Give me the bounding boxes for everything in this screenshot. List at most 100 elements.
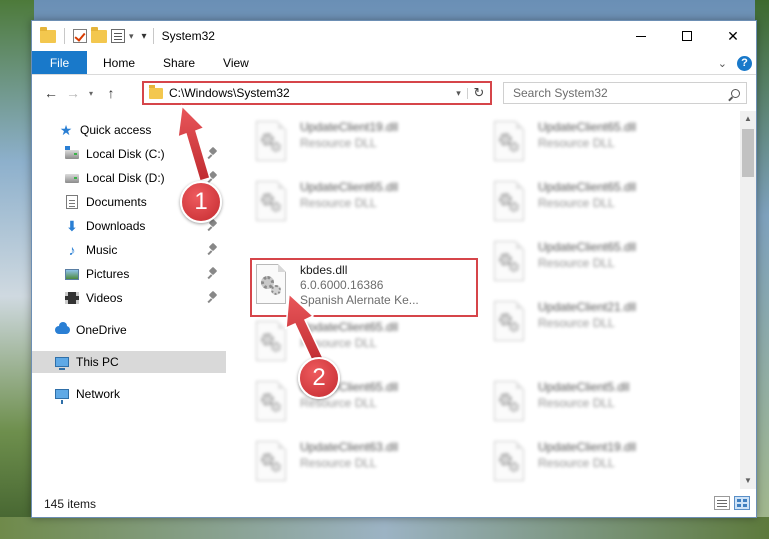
title-divider (152, 28, 154, 44)
file-tile[interactable]: UpdateClient65.dll Resource DLL (252, 177, 480, 233)
desktop-background-left (0, 0, 34, 539)
close-icon: ✕ (727, 27, 739, 44)
file-tile[interactable]: UpdateClient65.dll Resource DLL (252, 377, 480, 433)
sidebar-item-this-pc[interactable]: This PC (32, 351, 226, 373)
file-tile[interactable]: UpdateClient65.dll Resource DLL (490, 237, 718, 293)
expand-ribbon-chevron-icon[interactable]: ⌄ (718, 57, 727, 70)
search-icon[interactable] (724, 88, 746, 98)
desktop-background-right (755, 0, 769, 539)
customize-toolbar-icon[interactable]: ▾ (142, 31, 147, 42)
file-tile[interactable]: UpdateClient65.dll Resource DLL (490, 117, 718, 173)
dll-file-icon (494, 121, 528, 165)
pin-icon[interactable] (208, 220, 218, 232)
window-controls: ✕ (618, 21, 756, 51)
new-folder-icon[interactable] (91, 26, 107, 43)
view-options-icon[interactable] (111, 29, 125, 43)
sidebar-item-label: Network (76, 387, 121, 401)
sidebar-item-label: This PC (76, 355, 119, 369)
file-tile[interactable]: UpdateClient19.dll Resource DLL (490, 437, 718, 489)
sidebar-item-label: Local Disk (D:) (86, 171, 165, 185)
dll-file-icon (256, 121, 290, 165)
sidebar-item-local-disk-c[interactable]: Local Disk (C:) (32, 143, 226, 165)
search-input[interactable] (504, 83, 724, 103)
file-description: Resource DLL (538, 136, 615, 150)
refresh-icon[interactable]: ↻ (468, 85, 490, 101)
dll-file-icon (256, 181, 290, 225)
file-description: Resource DLL (538, 316, 615, 330)
sidebar-item-label: Local Disk (C:) (86, 147, 165, 161)
file-tile[interactable]: UpdateClient65.dll Resource DLL (490, 177, 718, 233)
step-1-badge: 1 (180, 181, 222, 223)
pin-icon[interactable] (208, 148, 218, 160)
file-name: UpdateClient5.dll (538, 380, 630, 394)
tab-file[interactable]: File (32, 51, 87, 74)
file-name: UpdateClient19.dll (538, 440, 637, 454)
file-tile[interactable]: UpdateClient5.dll Resource DLL (490, 377, 718, 433)
sidebar-item-pictures[interactable]: Pictures (32, 263, 226, 285)
forward-arrow-icon[interactable]: → (62, 82, 84, 104)
address-path[interactable]: C:\Windows\System32 (169, 86, 450, 100)
dll-file-icon (494, 241, 528, 285)
pin-icon[interactable] (208, 292, 218, 304)
pin-icon[interactable] (208, 268, 218, 280)
status-bar: 145 items (32, 491, 756, 517)
sidebar-item-videos[interactable]: Videos (32, 287, 226, 309)
onedrive-icon (54, 322, 70, 338)
sidebar-item-onedrive[interactable]: OneDrive (32, 319, 226, 341)
dll-file-icon (494, 441, 528, 485)
scroll-up-arrow-icon[interactable]: ▲ (740, 111, 756, 127)
file-name: UpdateClient21.dll (538, 300, 637, 314)
scroll-down-arrow-icon[interactable]: ▼ (740, 473, 756, 489)
file-tile[interactable]: UpdateClient21.dll Resource DLL (490, 297, 718, 353)
address-dropdown-icon[interactable]: ▾ (450, 87, 468, 99)
file-name: UpdateClient19.dll (300, 120, 399, 134)
desktop-background-bottom (0, 517, 769, 539)
dll-file-icon (494, 381, 528, 425)
ribbon-tabs: File Home Share View ⌄ ? (32, 51, 756, 75)
minimize-button[interactable] (618, 21, 664, 51)
local-disk-icon (64, 170, 80, 186)
file-name: UpdateClient65.dll (300, 180, 399, 194)
navigation-pane: ★ Quick access Local Disk (C:) Local Dis… (32, 111, 226, 489)
vertical-scrollbar[interactable]: ▲ ▼ (740, 111, 756, 489)
item-count: 145 items (44, 497, 97, 511)
downloads-icon: ⬇ (66, 217, 78, 234)
dll-file-icon (256, 441, 290, 485)
this-pc-icon (54, 354, 70, 370)
scrollbar-thumb[interactable] (742, 129, 754, 177)
file-tile[interactable]: UpdateClient19.dll Resource DLL (252, 117, 480, 173)
tab-share[interactable]: Share (149, 51, 209, 74)
file-description: Resource DLL (538, 456, 615, 470)
music-icon: ♪ (68, 242, 76, 258)
recent-locations-chevron-icon[interactable]: ▾ (84, 82, 98, 104)
sidebar-item-quick-access[interactable]: ★ Quick access (32, 119, 226, 141)
minimize-icon (636, 35, 646, 37)
properties-checkmark-icon[interactable] (73, 29, 87, 43)
window-title: System32 (161, 29, 215, 43)
dll-file-icon (256, 381, 290, 425)
sidebar-item-music[interactable]: ♪ Music (32, 239, 226, 261)
file-tile[interactable]: UpdateClient63.dll Resource DLL (252, 437, 480, 489)
pin-icon[interactable] (208, 244, 218, 256)
file-description: Resource DLL (538, 256, 615, 270)
highlight-box-kbdes (250, 258, 478, 317)
file-name: UpdateClient65.dll (538, 240, 637, 254)
details-view-icon[interactable] (714, 496, 730, 510)
tab-home[interactable]: Home (87, 51, 149, 74)
pictures-icon (64, 266, 80, 282)
up-arrow-icon[interactable]: ↑ (100, 82, 122, 104)
back-arrow-icon[interactable]: ← (40, 82, 62, 104)
maximize-button[interactable] (664, 21, 710, 51)
ribbon-right-controls: ⌄ ? (718, 51, 752, 75)
videos-icon (64, 290, 80, 306)
file-tile[interactable]: UpdateClient65.dll Resource DLL (252, 317, 480, 373)
dll-file-icon (494, 301, 528, 345)
tab-view[interactable]: View (209, 51, 263, 74)
tiles-view-icon[interactable] (734, 496, 750, 510)
sidebar-item-network[interactable]: Network (32, 383, 226, 405)
address-bar[interactable]: C:\Windows\System32 ▾ ↻ (142, 81, 492, 105)
close-button[interactable]: ✕ (710, 21, 756, 51)
local-disk-icon (64, 145, 80, 162)
view-options-dropdown-icon[interactable]: ▾ (129, 31, 134, 42)
help-icon[interactable]: ? (737, 55, 752, 71)
